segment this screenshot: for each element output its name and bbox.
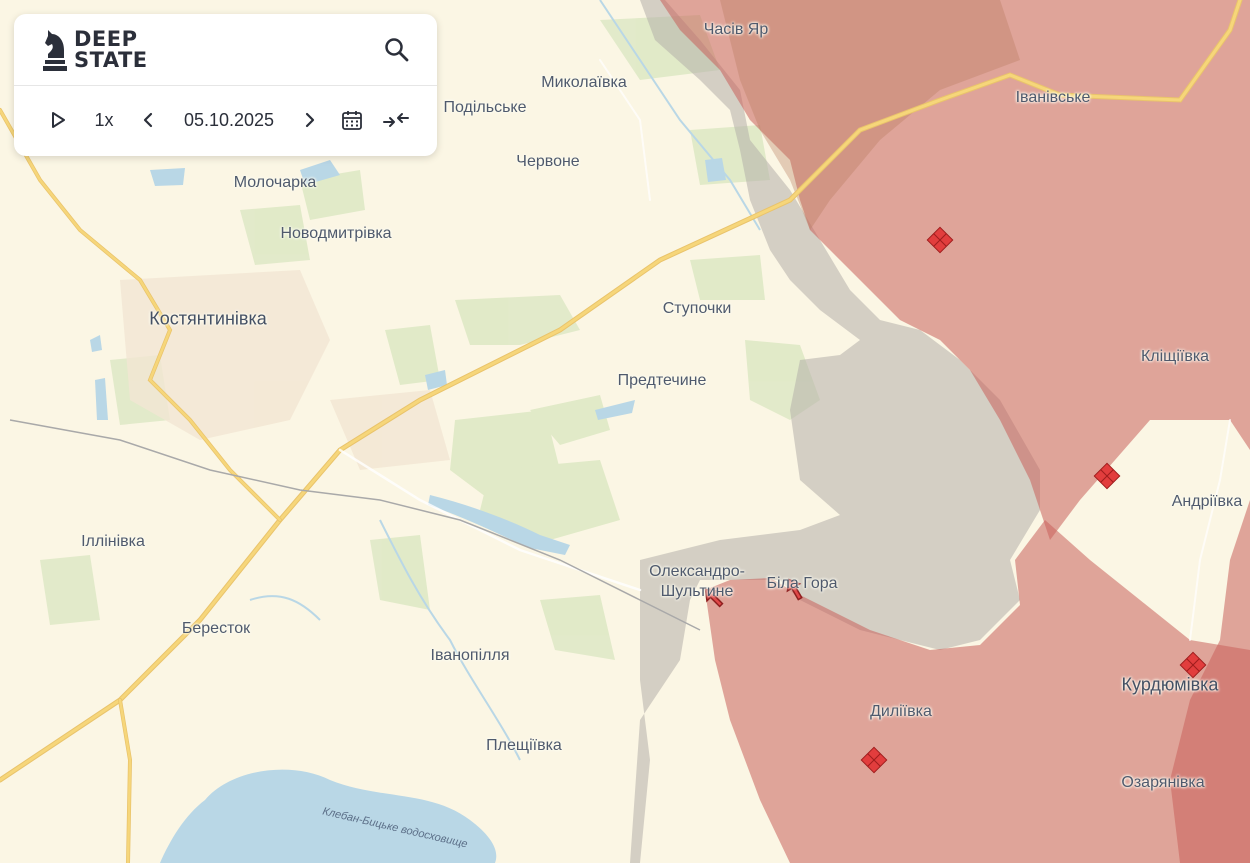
place-label: Іванопілля	[430, 647, 510, 664]
place-label: Предтечине	[617, 372, 707, 389]
date-display[interactable]: 05.10.2025	[174, 104, 284, 136]
place-label: Шультине	[660, 583, 734, 600]
place-label: Плещіївка	[486, 737, 562, 754]
place-label: Диліївка	[870, 703, 932, 720]
search-button[interactable]	[383, 36, 411, 64]
collapse-arrows-icon	[383, 113, 409, 127]
play-button[interactable]	[42, 104, 74, 136]
collapse-button[interactable]	[380, 104, 412, 136]
calendar-icon	[342, 111, 362, 130]
place-label: Озарянівка	[1121, 774, 1205, 791]
panel-divider	[14, 85, 437, 86]
search-icon	[385, 38, 409, 62]
logo-line-2: STATE	[74, 48, 148, 72]
chevron-right-icon	[305, 112, 315, 128]
next-date-button[interactable]	[296, 104, 324, 136]
prev-date-button[interactable]	[134, 104, 162, 136]
knight-chess-icon	[43, 30, 67, 71]
logo-line-1: DEEP	[74, 27, 138, 51]
place-label: Миколаївка	[541, 74, 627, 91]
timeline-controls: 1x 05.10.2025	[42, 102, 412, 138]
speed-button[interactable]: 1x	[86, 104, 122, 136]
place-label: Ступочки	[662, 300, 732, 317]
chevron-left-icon	[143, 112, 153, 128]
place-label: Кліщіївка	[1140, 348, 1210, 365]
place-label: Костянтинівка	[149, 308, 267, 329]
place-label: Новодмитрівка	[280, 225, 392, 242]
place-label: Андріївка	[1171, 493, 1243, 510]
place-label: Біла Гора	[766, 575, 838, 592]
calendar-button[interactable]	[336, 104, 368, 136]
place-label: Бересток	[181, 620, 251, 637]
place-label: Часів Яр	[703, 21, 769, 38]
logo[interactable]: DEEP STATE	[42, 25, 148, 75]
place-label: Іванівське	[1015, 89, 1091, 106]
speed-label: 1x	[94, 109, 114, 130]
place-label: Подільське	[443, 99, 527, 116]
control-panel: DEEP STATE 1x 05.10.2025	[14, 14, 437, 156]
place-label: Молочарка	[233, 174, 317, 191]
place-label: Іллінівка	[81, 533, 145, 550]
play-icon	[52, 112, 65, 128]
place-label: Курдюмівка	[1121, 674, 1219, 695]
logo-text: DEEP STATE	[74, 29, 148, 71]
place-label: Червоне	[516, 153, 580, 170]
place-label: Олександро-	[649, 563, 745, 580]
date-label: 05.10.2025	[183, 109, 275, 130]
